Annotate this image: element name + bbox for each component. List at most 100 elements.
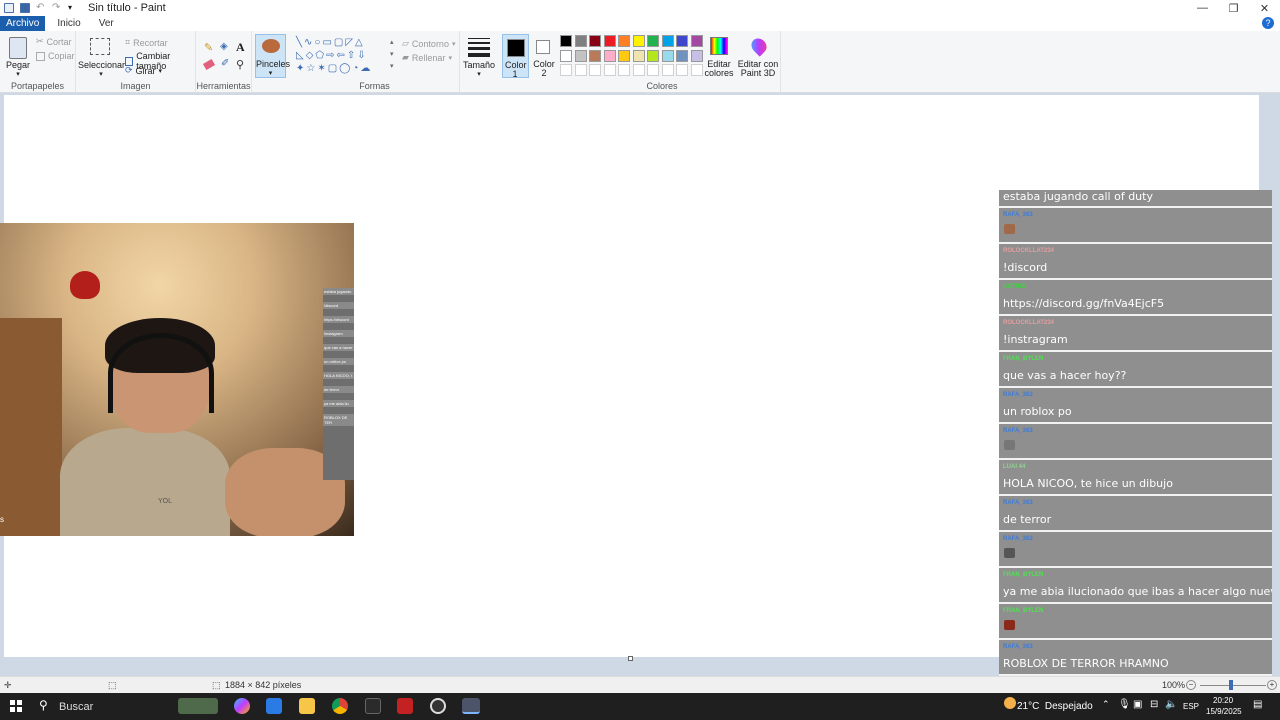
custom-color-swatch[interactable] [560, 64, 572, 76]
language-indicator[interactable]: ESP [1183, 702, 1199, 711]
rotate-button[interactable]: ⟳ Girar ▾ [125, 65, 162, 76]
redo-icon[interactable]: ↷ [52, 3, 62, 13]
color-swatch[interactable] [560, 35, 572, 47]
brushes-button[interactable]: Pinceles ▾ [255, 34, 290, 78]
tab-inicio[interactable]: Inicio [51, 16, 86, 31]
color-swatch[interactable] [618, 35, 630, 47]
zoom-slider[interactable] [1200, 685, 1266, 686]
microphone-icon[interactable]: 🎙 [1118, 699, 1131, 710]
color-swatch[interactable] [647, 35, 659, 47]
save-icon[interactable] [20, 3, 30, 13]
taskbar: ⚲ Buscar 21°C Despejado ⌃ 🎙 ▣ ⊟ 🔈 ESP 20… [0, 693, 1280, 720]
pencil-icon[interactable]: ✎ [204, 41, 213, 54]
color-swatch[interactable] [676, 49, 688, 62]
copilot-icon[interactable] [234, 698, 250, 714]
search-icon[interactable]: ⚲ [39, 698, 48, 712]
copy-button[interactable]: Copiar [36, 51, 75, 61]
paste-icon[interactable] [9, 37, 27, 59]
edit-paint3d-button[interactable]: Editar con Paint 3D [738, 34, 780, 78]
zoom-out-button[interactable]: − [1186, 680, 1196, 690]
color-swatch[interactable] [560, 49, 572, 62]
clock-time[interactable]: 20:20 [1213, 696, 1233, 705]
obs-icon[interactable] [430, 698, 446, 714]
custom-color-swatch[interactable] [589, 64, 601, 76]
custom-color-swatch[interactable] [603, 64, 616, 76]
cut-button[interactable]: ✂ Cortar [36, 36, 72, 47]
text-icon[interactable]: A [236, 40, 245, 55]
select-button[interactable]: Seleccionar [78, 61, 125, 70]
chat-username: FRAN_BYLEN [1003, 356, 1044, 362]
file-explorer-icon[interactable] [299, 698, 315, 714]
size-dropdown-icon[interactable]: ▾ [460, 70, 498, 79]
paste-button[interactable]: Pegar [2, 61, 34, 70]
resize-handle-bottom[interactable] [628, 656, 633, 661]
epic-games-icon[interactable] [365, 698, 381, 714]
voicemeeter-icon[interactable] [397, 698, 413, 714]
color-swatch[interactable] [603, 35, 616, 47]
shapes-scroll-icon[interactable]: ▴ ▾ ▾ [390, 37, 394, 73]
color-swatch[interactable] [632, 35, 645, 47]
search-box[interactable]: Buscar [59, 701, 93, 713]
tray-chevron-icon[interactable]: ⌃ [1102, 699, 1110, 710]
fill-button[interactable]: ▰ Rellenar ▾ [402, 52, 452, 63]
maximize-button[interactable]: ❐ [1218, 0, 1249, 16]
minimize-button[interactable]: — [1187, 0, 1218, 16]
color-swatch[interactable] [632, 49, 645, 62]
shapes-gallery[interactable]: ╲∿○▭▢◸△ ◺◇⬠⇨⇦⇧⇩ ✦☆✶▢◯◔☁ [296, 36, 392, 76]
clock-date[interactable]: 15/9/2025 [1206, 707, 1242, 716]
color-swatch[interactable] [589, 49, 601, 62]
network-icon[interactable]: ⊟ [1150, 699, 1158, 710]
color-picker-icon[interactable]: ✐ [221, 58, 229, 69]
chrome-icon[interactable] [332, 698, 348, 714]
close-button[interactable]: ✕ [1249, 0, 1280, 16]
eraser-icon[interactable] [202, 58, 216, 71]
tab-archivo[interactable]: Archivo [0, 16, 46, 31]
outline-button[interactable]: ▱ Contorno ▾ [402, 38, 455, 49]
color-swatch[interactable] [574, 49, 587, 62]
size-icon[interactable] [468, 38, 490, 57]
lamp [70, 271, 100, 299]
custom-color-swatch[interactable] [618, 64, 630, 76]
paint-taskbar-icon[interactable] [462, 698, 480, 714]
color-swatch[interactable] [574, 35, 587, 47]
crop-button[interactable]: ⌗ Recortar [125, 37, 168, 48]
zoom-slider-thumb[interactable] [1229, 680, 1233, 690]
start-button[interactable] [10, 700, 22, 712]
paste-dropdown-icon[interactable]: ▾ [2, 70, 34, 79]
crop-label: Recortar [133, 37, 168, 48]
chat-username: RAFA_363 [1003, 500, 1033, 506]
store-icon[interactable] [266, 698, 282, 714]
color-swatch[interactable] [661, 49, 674, 62]
color-swatch[interactable] [647, 49, 659, 62]
size-button[interactable]: Tamaño [460, 61, 498, 70]
select-icon[interactable] [90, 38, 110, 55]
magnifier-icon[interactable]: ⚲ [236, 58, 244, 71]
weather-text[interactable]: 21°C Despejado [1017, 701, 1093, 712]
edit-colors-button[interactable]: Editar colores [704, 34, 735, 78]
custom-color-swatch[interactable] [676, 64, 688, 76]
zoom-in-button[interactable]: + [1267, 680, 1277, 690]
custom-color-swatch[interactable] [647, 64, 659, 76]
color1-button[interactable]: Color 1 [502, 34, 529, 79]
color2-button[interactable]: Color 2 [531, 34, 558, 78]
select-dropdown-icon[interactable]: ▾ [78, 70, 124, 79]
display-icon[interactable]: ▣ [1133, 699, 1142, 710]
tab-ver[interactable]: Ver [93, 16, 120, 31]
color-swatch[interactable] [603, 49, 616, 62]
shapes-row-2: ◺◇⬠⇨⇦⇧⇩ [296, 50, 368, 61]
undo-icon[interactable]: ↶ [36, 3, 46, 13]
color-swatch[interactable] [661, 35, 674, 47]
widgets-icon[interactable] [178, 698, 218, 714]
color-swatch[interactable] [589, 35, 601, 47]
help-icon[interactable]: ? [1262, 17, 1274, 29]
custom-color-swatch[interactable] [661, 64, 674, 76]
notifications-icon[interactable]: ▤ [1253, 699, 1262, 710]
color-swatch[interactable] [690, 35, 703, 47]
volume-icon[interactable]: 🔈 [1165, 699, 1177, 710]
color-swatch[interactable] [676, 35, 688, 47]
custom-color-swatch[interactable] [574, 64, 587, 76]
custom-color-swatch[interactable] [632, 64, 645, 76]
fill-bucket-icon[interactable]: ◈ [220, 41, 228, 52]
customize-toolbar-icon[interactable]: ▾ [68, 3, 78, 13]
color-swatch[interactable] [618, 49, 630, 62]
